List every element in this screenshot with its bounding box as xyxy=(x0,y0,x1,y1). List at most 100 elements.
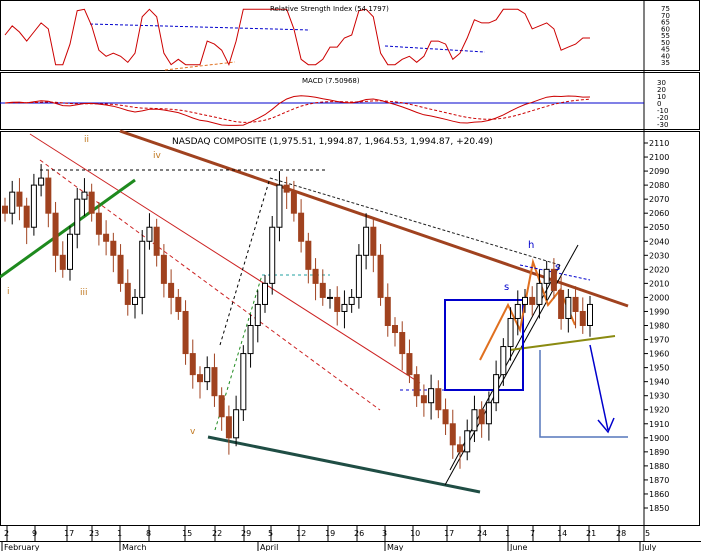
candle-body xyxy=(471,409,478,432)
x-day-label: 23 xyxy=(89,529,99,538)
candle-body xyxy=(348,296,355,305)
candle-body xyxy=(218,395,225,418)
candle-body xyxy=(2,205,8,214)
x-month-label: April xyxy=(260,543,278,551)
candle-body xyxy=(30,184,37,228)
candle-body xyxy=(197,374,203,383)
candle-body xyxy=(290,191,297,214)
wave-label-ii: ii xyxy=(84,135,89,145)
price-tick-label: 1970 xyxy=(649,336,669,345)
candle-body xyxy=(204,367,211,383)
macd-title: MACD (7.50968) xyxy=(302,77,360,85)
candle-body xyxy=(493,374,500,404)
candle-body xyxy=(132,296,138,305)
price-tick-label: 2000 xyxy=(649,293,669,302)
macd-tick-label: -30 xyxy=(657,121,668,129)
candle-body xyxy=(95,212,102,235)
candle-body xyxy=(254,303,261,327)
candle-body xyxy=(406,353,413,376)
candle-body xyxy=(262,282,268,305)
candle-body xyxy=(377,254,384,298)
price-tick-label: 1850 xyxy=(649,504,669,513)
candle-body xyxy=(233,409,240,439)
x-day-label: 29 xyxy=(241,529,251,538)
candle-body xyxy=(283,184,290,193)
x-day-label: 8 xyxy=(146,529,151,538)
candle-body xyxy=(341,303,348,312)
stock-chart: 2110210020902080207020602050204020302020… xyxy=(0,0,701,552)
candle-body xyxy=(52,212,59,256)
x-day-label: 22 xyxy=(212,529,222,538)
price-title: NASDAQ COMPOSITE (1,975.51, 1,994.87, 1,… xyxy=(172,137,493,147)
x-month-label: May xyxy=(387,543,404,551)
x-month-label: July xyxy=(641,543,657,551)
x-day-label: 26 xyxy=(354,529,364,538)
candle-body xyxy=(565,296,572,319)
price-tick-label: 1880 xyxy=(649,462,669,471)
candle-body xyxy=(327,296,333,299)
candle-body xyxy=(240,353,247,411)
candle-body xyxy=(139,240,146,298)
wave-label-v: v xyxy=(190,427,196,437)
label-h: h xyxy=(528,240,534,251)
candle-body xyxy=(81,191,88,200)
rsi-tick-label: 35 xyxy=(661,59,670,67)
candle-body xyxy=(59,254,66,270)
candle-body xyxy=(211,367,218,397)
x-day-label: 19 xyxy=(325,529,335,538)
candle-body xyxy=(536,282,543,305)
candle-body xyxy=(355,254,362,298)
price-tick-label: 1940 xyxy=(649,378,669,387)
candle-body xyxy=(182,310,189,355)
candle-body xyxy=(110,240,117,256)
price-tick-label: 1980 xyxy=(649,322,669,331)
label-s-left: s xyxy=(504,282,509,293)
x-day-label: 10 xyxy=(410,529,420,538)
price-tick-label: 1910 xyxy=(649,420,669,429)
x-day-label: 21 xyxy=(586,529,596,538)
candle-body xyxy=(420,395,427,404)
price-tick-label: 2010 xyxy=(649,279,669,288)
x-day-label: 3 xyxy=(382,529,387,538)
candle-body xyxy=(247,325,254,355)
candle-body xyxy=(38,177,45,186)
x-day-label: 1 xyxy=(505,529,510,538)
price-tick-label: 2080 xyxy=(649,181,669,190)
price-tick-label: 1900 xyxy=(649,434,669,443)
candle-body xyxy=(9,191,16,214)
price-tick-label: 1920 xyxy=(649,406,669,415)
x-day-label: 5 xyxy=(645,529,650,538)
candle-body xyxy=(399,332,406,355)
wave-label-iii: iii xyxy=(80,288,88,298)
candle-body xyxy=(522,296,528,305)
price-tick-label: 2100 xyxy=(649,153,669,162)
price-tick-label: 2110 xyxy=(649,139,669,148)
x-day-label: 1 xyxy=(117,529,122,538)
candle-body xyxy=(543,268,550,284)
candle-body xyxy=(442,409,449,425)
candle-body xyxy=(117,254,124,284)
price-tick-label: 2040 xyxy=(649,237,669,246)
label-s-right: s xyxy=(555,262,560,273)
candle-body xyxy=(67,233,73,270)
x-day-label: 7 xyxy=(530,529,535,538)
candle-body xyxy=(23,205,30,228)
candle-body xyxy=(319,282,326,298)
candle-body xyxy=(572,296,579,312)
x-day-label: 28 xyxy=(616,529,626,538)
chart-root: 2110 2100 2090 2080 2070 2060 2050 2040 2030 2020… xyxy=(0,0,701,552)
x-day-label: 5 xyxy=(268,529,273,538)
price-tick-label: 1950 xyxy=(649,364,669,373)
candle-body xyxy=(168,282,175,298)
candle-body xyxy=(334,296,341,312)
x-day-label: 14 xyxy=(557,529,567,538)
candle-body xyxy=(587,303,593,327)
candle-body xyxy=(146,226,153,242)
price-tick-label: 2030 xyxy=(649,251,669,260)
candle-body xyxy=(579,310,586,327)
candle-body xyxy=(225,416,232,439)
candle-body xyxy=(449,423,456,446)
candle-body xyxy=(384,296,391,326)
candle-body xyxy=(189,353,196,376)
x-day-label: 12 xyxy=(296,529,306,538)
